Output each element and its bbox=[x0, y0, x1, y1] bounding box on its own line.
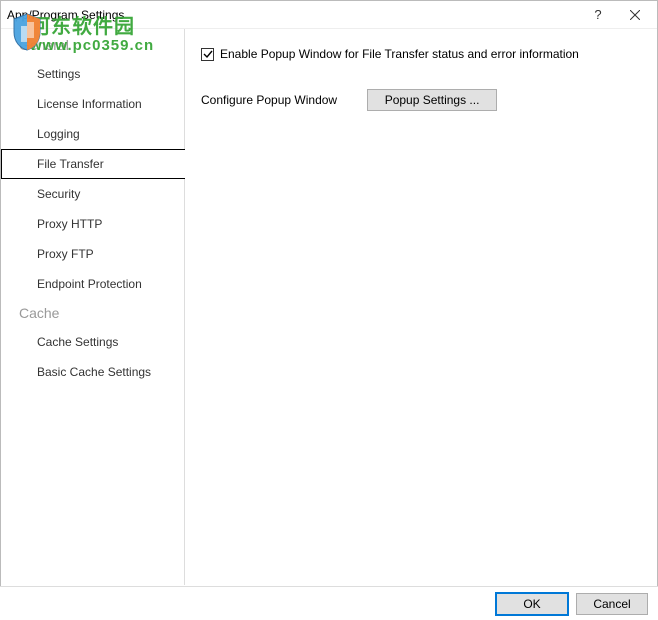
enable-popup-row: Enable Popup Window for File Transfer st… bbox=[201, 47, 641, 61]
help-icon: ? bbox=[594, 7, 601, 22]
sidebar-item-label: Endpoint Protection bbox=[37, 277, 142, 291]
configure-popup-row: Configure Popup Window Popup Settings ..… bbox=[201, 89, 641, 111]
dialog-footer: OK Cancel bbox=[0, 586, 658, 620]
sidebar-item-file-transfer[interactable]: File Transfer bbox=[1, 149, 185, 179]
sidebar-item-label: Proxy HTTP bbox=[37, 217, 102, 231]
sidebar-item-label: Cache Settings bbox=[37, 335, 118, 349]
sidebar-item-logging[interactable]: Logging bbox=[1, 119, 184, 149]
close-icon bbox=[630, 10, 640, 20]
popup-settings-button[interactable]: Popup Settings ... bbox=[367, 89, 497, 111]
titlebar: App/Program Settings ? bbox=[1, 1, 657, 29]
sidebar-item-license-information[interactable]: License Information bbox=[1, 89, 184, 119]
sidebar-item-cache-settings[interactable]: Cache Settings bbox=[1, 327, 184, 357]
help-button[interactable]: ? bbox=[583, 1, 613, 28]
sidebar-item-basic-cache-settings[interactable]: Basic Cache Settings bbox=[1, 357, 184, 387]
close-button[interactable] bbox=[613, 1, 657, 28]
titlebar-controls: ? bbox=[583, 1, 657, 28]
sidebar-item-label: Logging bbox=[37, 127, 80, 141]
sidebar-item-label: File Transfer bbox=[37, 157, 104, 171]
sidebar-category-cache: Cache bbox=[1, 299, 184, 327]
sidebar-item-settings[interactable]: Settings bbox=[1, 59, 184, 89]
sidebar: General Settings License Information Log… bbox=[1, 29, 185, 585]
cancel-button[interactable]: Cancel bbox=[576, 593, 648, 615]
sidebar-item-label: Proxy FTP bbox=[37, 247, 94, 261]
sidebar-item-proxy-ftp[interactable]: Proxy FTP bbox=[1, 239, 184, 269]
sidebar-item-label: Basic Cache Settings bbox=[37, 365, 151, 379]
checkmark-icon bbox=[203, 49, 213, 59]
main-area: General Settings License Information Log… bbox=[1, 29, 657, 585]
window-title: App/Program Settings bbox=[7, 8, 583, 22]
sidebar-item-label: License Information bbox=[37, 97, 142, 111]
ok-button[interactable]: OK bbox=[496, 593, 568, 615]
content-panel: Enable Popup Window for File Transfer st… bbox=[185, 29, 657, 585]
enable-popup-label: Enable Popup Window for File Transfer st… bbox=[220, 47, 579, 61]
sidebar-item-label: Security bbox=[37, 187, 80, 201]
sidebar-category-general: General bbox=[1, 31, 184, 59]
enable-popup-checkbox[interactable] bbox=[201, 48, 214, 61]
sidebar-item-endpoint-protection[interactable]: Endpoint Protection bbox=[1, 269, 184, 299]
sidebar-item-label: Settings bbox=[37, 67, 80, 81]
configure-popup-label: Configure Popup Window bbox=[201, 93, 337, 107]
sidebar-item-proxy-http[interactable]: Proxy HTTP bbox=[1, 209, 184, 239]
sidebar-item-security[interactable]: Security bbox=[1, 179, 184, 209]
